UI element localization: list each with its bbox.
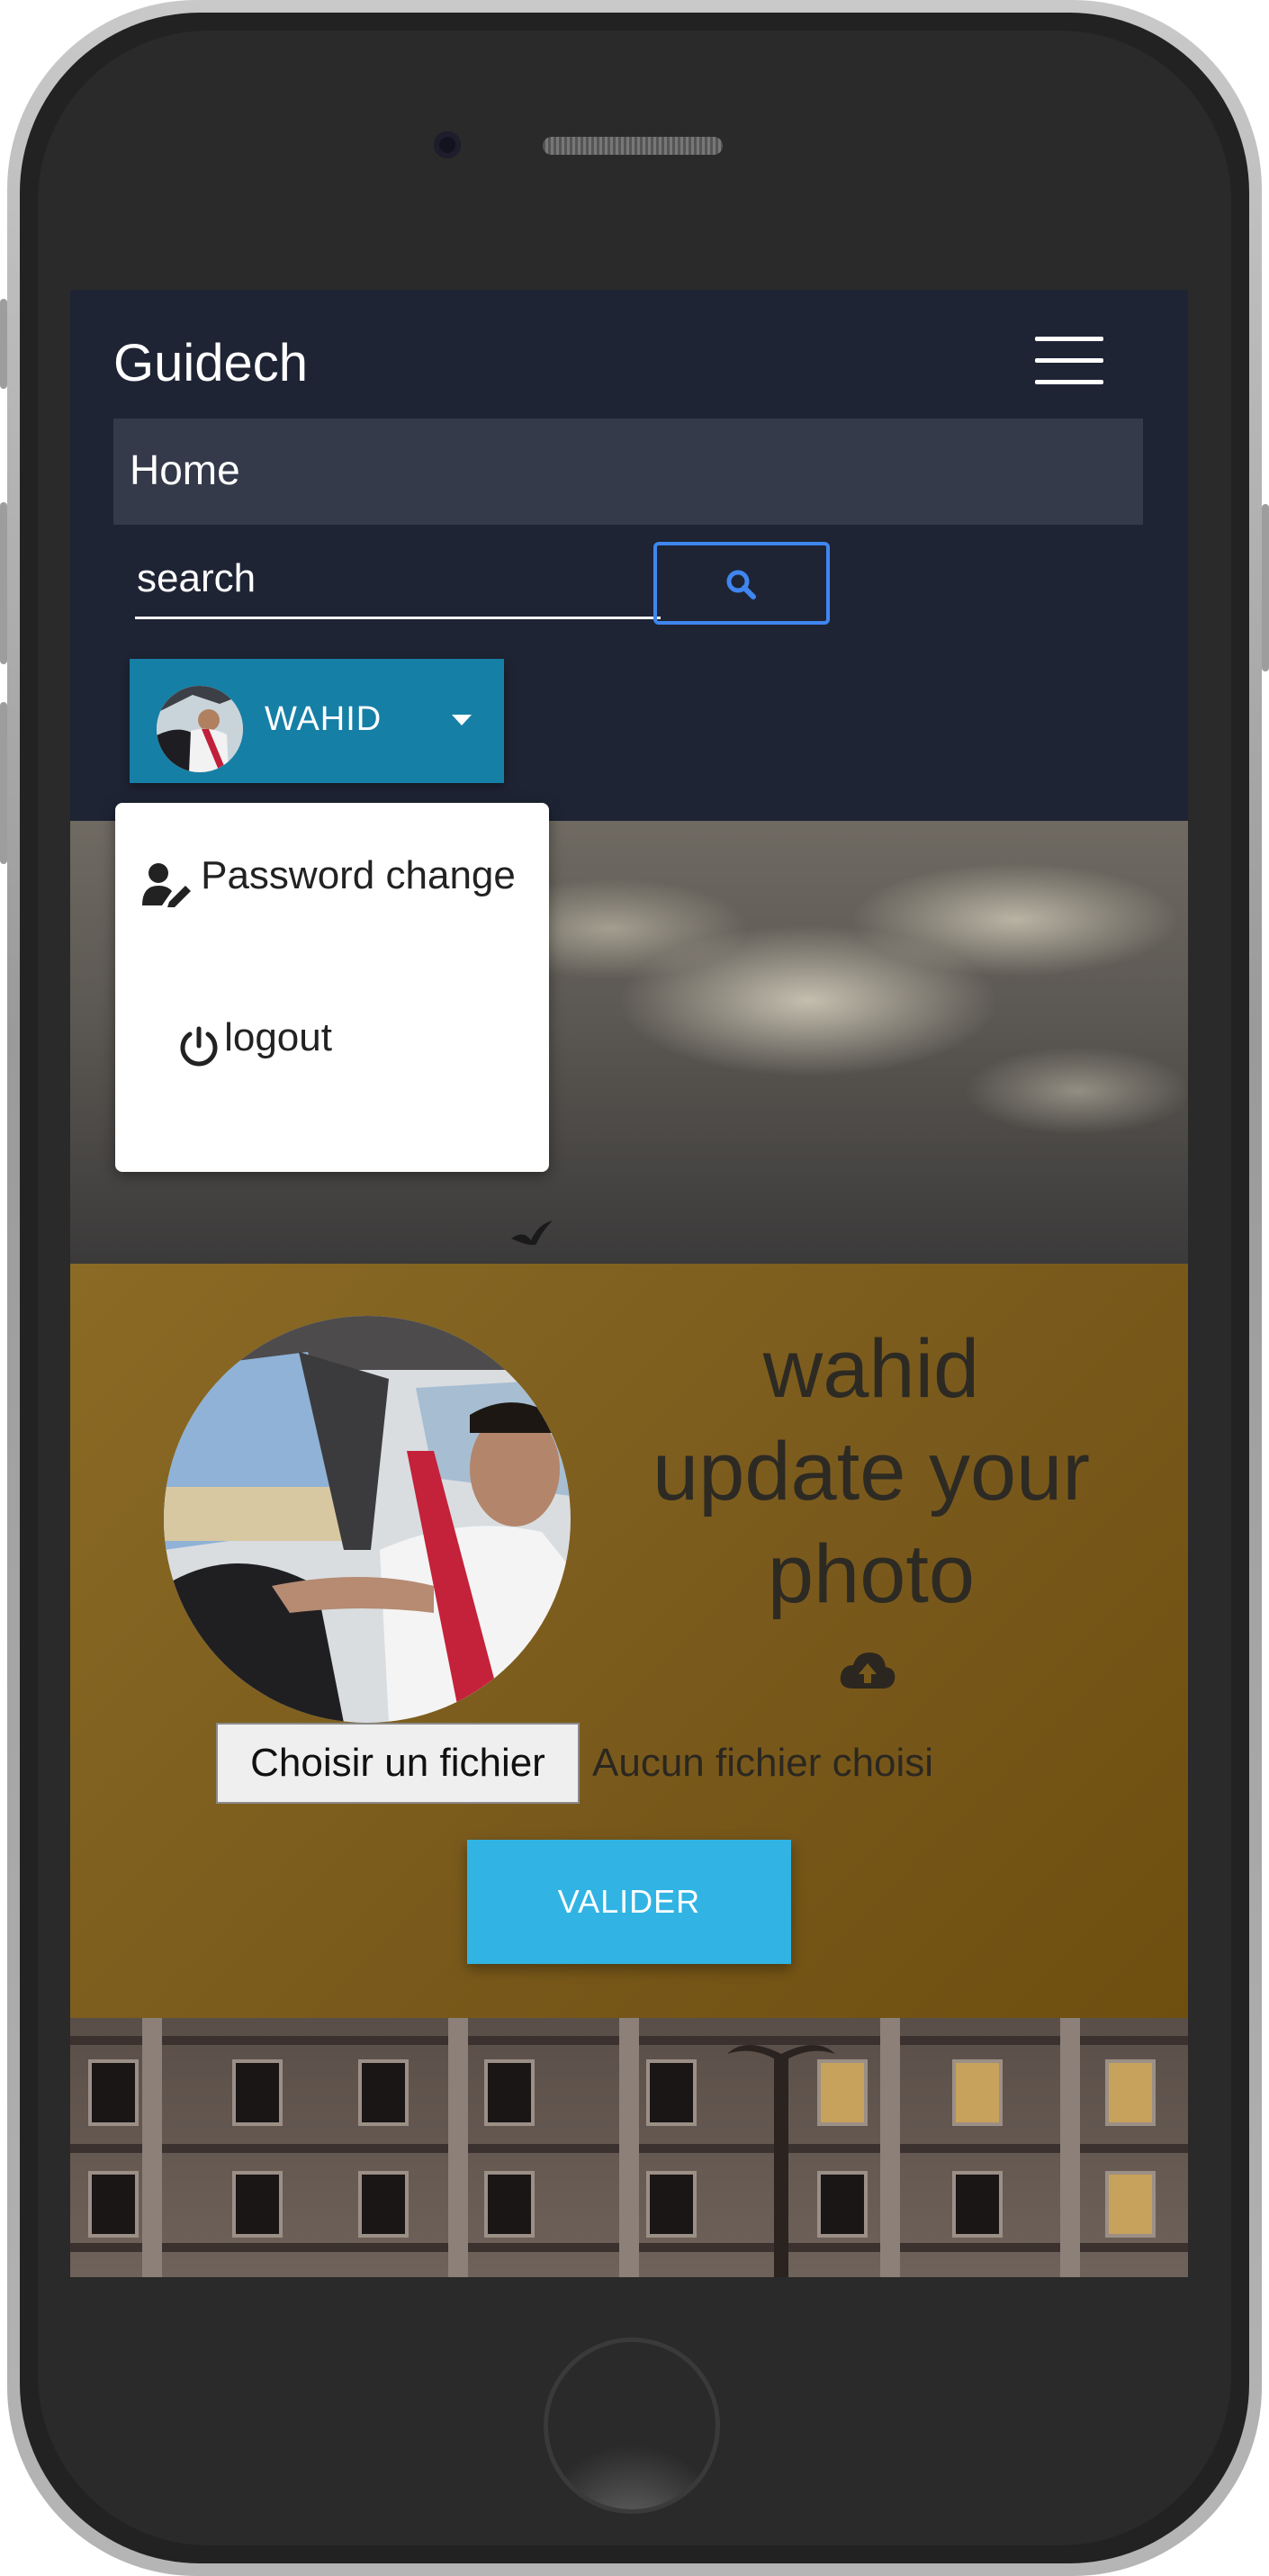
menu-toggle-icon[interactable]	[1035, 337, 1103, 387]
nav-item-home[interactable]: Home	[113, 419, 1143, 525]
phone-side-button	[0, 299, 7, 389]
palm-tree-image	[727, 2045, 835, 2277]
profile-photo-section: wahid update your photo Choisir un fichi…	[70, 1264, 1188, 2018]
nav-item-home-label: Home	[130, 446, 240, 493]
user-name: WAHID	[265, 700, 382, 738]
profile-title-line1: wahid	[762, 1323, 980, 1415]
camera-icon	[434, 131, 461, 158]
profile-title-line3: photo	[767, 1528, 976, 1620]
phone-volume-up-button	[0, 502, 7, 664]
validate-button[interactable]: VALIDER	[467, 1840, 791, 1964]
chevron-down-icon	[452, 715, 472, 725]
avatar	[157, 686, 243, 772]
profile-title-line2: update your	[652, 1426, 1090, 1518]
user-dropdown-menu: Password change logout	[115, 803, 549, 1172]
menu-item-logout[interactable]: logout	[178, 1015, 332, 1067]
phone-power-button	[1262, 504, 1269, 671]
cloud-upload-icon	[840, 1653, 896, 1689]
power-icon	[180, 1026, 218, 1066]
file-status-text: Aucun fichier choisi	[592, 1741, 934, 1785]
bird-icon	[511, 1220, 553, 1246]
user-menu-button[interactable]: WAHID	[130, 659, 504, 783]
phone-volume-down-button	[0, 702, 7, 864]
menu-item-password-change-label: Password change	[201, 853, 516, 897]
profile-title: wahid update your photo	[610, 1318, 1132, 1626]
choose-file-button[interactable]: Choisir un fichier	[216, 1723, 580, 1804]
search-input[interactable]	[135, 540, 661, 619]
buildings-image	[70, 2018, 1188, 2277]
speaker-grille	[543, 137, 723, 155]
brand-logo[interactable]: Guidech	[113, 333, 308, 393]
user-edit-icon	[142, 862, 191, 907]
menu-item-password-change[interactable]: Password change	[142, 853, 516, 907]
search-button[interactable]	[653, 542, 830, 625]
profile-photo	[164, 1316, 571, 1723]
search-icon	[726, 570, 756, 599]
menu-item-logout-label: logout	[224, 1015, 332, 1059]
navbar: Guidech Home search WAHID	[70, 290, 1188, 821]
screen: Guidech Home search WAHID Password chang…	[70, 290, 1188, 2277]
home-button[interactable]	[544, 2337, 720, 2514]
